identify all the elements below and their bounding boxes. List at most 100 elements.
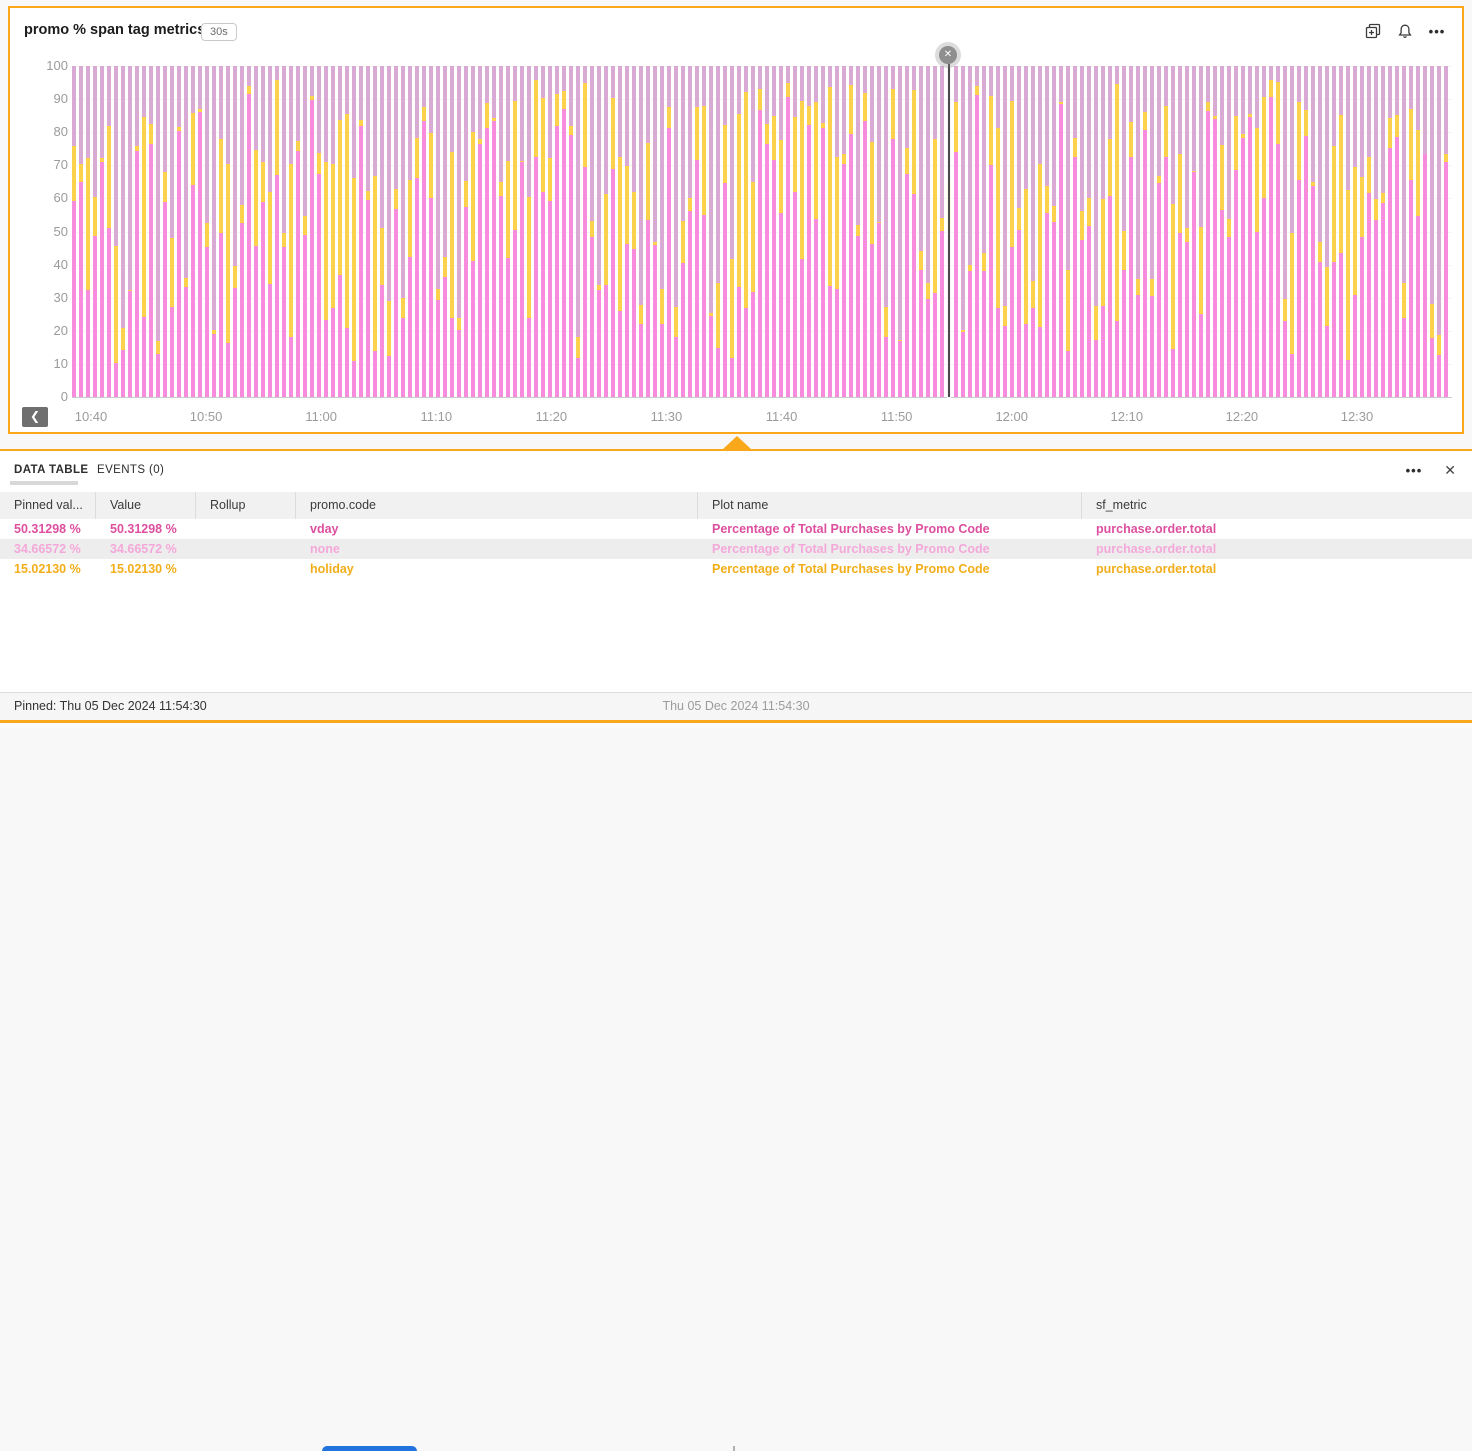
stacked-bar[interactable] xyxy=(380,66,384,397)
stacked-bar[interactable] xyxy=(1115,66,1119,397)
stacked-bar[interactable] xyxy=(520,66,524,397)
stacked-bar[interactable] xyxy=(968,66,972,397)
stacked-bar[interactable] xyxy=(1010,66,1014,397)
stacked-bar[interactable] xyxy=(219,66,223,397)
stacked-bar[interactable] xyxy=(982,66,986,397)
stacked-bar[interactable] xyxy=(100,66,104,397)
stacked-bar[interactable] xyxy=(1122,66,1126,397)
stacked-bar[interactable] xyxy=(408,66,412,397)
stacked-bar[interactable] xyxy=(1108,66,1112,397)
stacked-bar[interactable] xyxy=(989,66,993,397)
pinned-cursor-line[interactable] xyxy=(948,55,950,397)
stacked-bar[interactable] xyxy=(1444,66,1448,397)
stacked-bar[interactable] xyxy=(912,66,916,397)
stacked-bar[interactable] xyxy=(366,66,370,397)
stacked-bar[interactable] xyxy=(1059,66,1063,397)
stacked-bar[interactable] xyxy=(79,66,83,397)
stacked-bar[interactable] xyxy=(86,66,90,397)
stacked-bar[interactable] xyxy=(1192,66,1196,397)
stacked-bar[interactable] xyxy=(1227,66,1231,397)
stacked-bar[interactable] xyxy=(779,66,783,397)
stacked-bar[interactable] xyxy=(527,66,531,397)
stacked-bar[interactable] xyxy=(884,66,888,397)
stacked-bar[interactable] xyxy=(499,66,503,397)
stacked-bar[interactable] xyxy=(1206,66,1210,397)
stacked-bar[interactable] xyxy=(632,66,636,397)
stacked-bar[interactable] xyxy=(1430,66,1434,397)
stacked-bar[interactable] xyxy=(338,66,342,397)
stacked-bar[interactable] xyxy=(233,66,237,397)
stacked-bar[interactable] xyxy=(660,66,664,397)
stacked-bar[interactable] xyxy=(1269,66,1273,397)
stacked-bar[interactable] xyxy=(107,66,111,397)
more-actions-icon[interactable]: ••• xyxy=(1428,22,1446,40)
stacked-bar[interactable] xyxy=(1087,66,1091,397)
stacked-bar[interactable] xyxy=(562,66,566,397)
stacked-bar[interactable] xyxy=(156,66,160,397)
stacked-bar[interactable] xyxy=(975,66,979,397)
stacked-bar[interactable] xyxy=(1423,66,1427,397)
stacked-bar[interactable] xyxy=(345,66,349,397)
stacked-bar[interactable] xyxy=(1185,66,1189,397)
stacked-bar[interactable] xyxy=(702,66,706,397)
stacked-bar[interactable] xyxy=(954,66,958,397)
stacked-bar[interactable] xyxy=(184,66,188,397)
stacked-bar[interactable] xyxy=(1101,66,1105,397)
stacked-bar[interactable] xyxy=(1150,66,1154,397)
stacked-bar[interactable] xyxy=(555,66,559,397)
stacked-bar[interactable] xyxy=(1038,66,1042,397)
stacked-bar[interactable] xyxy=(646,66,650,397)
stacked-bar[interactable] xyxy=(422,66,426,397)
stacked-bar[interactable] xyxy=(513,66,517,397)
stacked-bar[interactable] xyxy=(576,66,580,397)
stacked-bar[interactable] xyxy=(814,66,818,397)
stacked-bar[interactable] xyxy=(373,66,377,397)
stacked-bar[interactable] xyxy=(611,66,615,397)
stacked-bar[interactable] xyxy=(905,66,909,397)
stacked-bar[interactable] xyxy=(1003,66,1007,397)
close-icon[interactable]: ✕ xyxy=(1444,462,1456,479)
stacked-bar[interactable] xyxy=(1402,66,1406,397)
stacked-bar[interactable] xyxy=(261,66,265,397)
stacked-bar[interactable] xyxy=(751,66,755,397)
stacked-bar[interactable] xyxy=(1346,66,1350,397)
stacked-bar[interactable] xyxy=(247,66,251,397)
stacked-bar[interactable] xyxy=(1213,66,1217,397)
stacked-bar[interactable] xyxy=(1283,66,1287,397)
stacked-bar[interactable] xyxy=(1311,66,1315,397)
stacked-bar[interactable] xyxy=(1220,66,1224,397)
stacked-bar-plot[interactable] xyxy=(72,66,1452,397)
stacked-bar[interactable] xyxy=(996,66,1000,397)
stacked-bar[interactable] xyxy=(93,66,97,397)
stacked-bar[interactable] xyxy=(135,66,139,397)
stacked-bar[interactable] xyxy=(275,66,279,397)
bell-icon[interactable] xyxy=(1396,22,1414,40)
stacked-bar[interactable] xyxy=(597,66,601,397)
stacked-bar[interactable] xyxy=(1262,66,1266,397)
stacked-bar[interactable] xyxy=(198,66,202,397)
unpin-cursor-icon[interactable]: ✕ xyxy=(939,46,957,64)
stacked-bar[interactable] xyxy=(1339,66,1343,397)
stacked-bar[interactable] xyxy=(737,66,741,397)
stacked-bar[interactable] xyxy=(1031,66,1035,397)
stacked-bar[interactable] xyxy=(744,66,748,397)
stacked-bar[interactable] xyxy=(1381,66,1385,397)
stacked-bar[interactable] xyxy=(331,66,335,397)
stacked-bar[interactable] xyxy=(1332,66,1336,397)
stacked-bar[interactable] xyxy=(730,66,734,397)
stacked-bar[interactable] xyxy=(534,66,538,397)
stacked-bar[interactable] xyxy=(695,66,699,397)
stacked-bar[interactable] xyxy=(835,66,839,397)
stacked-bar[interactable] xyxy=(177,66,181,397)
stacked-bar[interactable] xyxy=(681,66,685,397)
table-more-actions-icon[interactable]: ••• xyxy=(1406,463,1423,478)
stacked-bar[interactable] xyxy=(1388,66,1392,397)
stacked-bar[interactable] xyxy=(1297,66,1301,397)
stacked-bar[interactable] xyxy=(940,66,944,397)
stacked-bar[interactable] xyxy=(163,66,167,397)
stacked-bar[interactable] xyxy=(1318,66,1322,397)
stacked-bar[interactable] xyxy=(1073,66,1077,397)
stacked-bar[interactable] xyxy=(891,66,895,397)
stacked-bar[interactable] xyxy=(674,66,678,397)
stacked-bar[interactable] xyxy=(1052,66,1056,397)
